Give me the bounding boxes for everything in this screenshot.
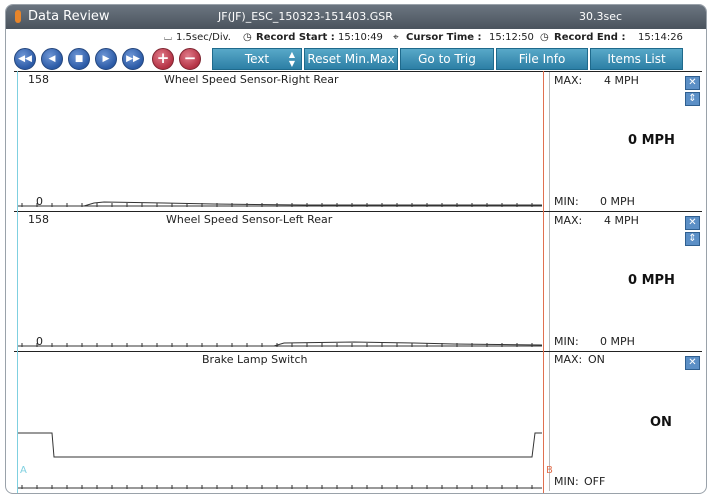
- duration: 30.3sec: [579, 10, 623, 23]
- y-min-label: 0: [36, 335, 43, 348]
- max-label: MAX:: [554, 353, 583, 366]
- signal-name: Brake Lamp Switch: [202, 353, 308, 366]
- close-icon[interactable]: ✕: [685, 356, 700, 370]
- app-icon: [15, 10, 21, 23]
- max-value: 4 MPH: [604, 214, 639, 227]
- spinner-icon: ▲ ▼: [288, 50, 295, 68]
- toolbar: ◀◀ ◀ ■ ▶ ▶▶ + − Text ▲ ▼ Reset Min.Max Go…: [6, 46, 706, 71]
- clock-icon: ◷: [243, 32, 252, 43]
- y-min-label: 0: [36, 195, 43, 208]
- stop-icon[interactable]: ■: [68, 48, 90, 70]
- min-label: MIN:: [554, 335, 579, 348]
- title-bar: Data Review JF(JF)_ESC_150323-151403.GSR…: [6, 5, 706, 29]
- file-name: JF(JF)_ESC_150323-151403.GSR: [218, 10, 393, 23]
- max-value: ON: [588, 353, 605, 366]
- min-value: 0 MPH: [600, 195, 635, 208]
- clock-icon: ◷: [540, 32, 549, 43]
- brake-switch-trace: [17, 432, 548, 489]
- signal-name: Wheel Speed Sensor-Left Rear: [166, 213, 333, 226]
- min-label: MIN:: [554, 475, 579, 488]
- y-max-label: 158: [28, 73, 49, 86]
- plus-icon[interactable]: +: [152, 48, 174, 70]
- data-review-window: Data Review JF(JF)_ESC_150323-151403.GSR…: [5, 4, 707, 494]
- max-label: MAX:: [554, 214, 583, 227]
- graph-pane: 158 Wheel Speed Sensor-Right Rear 0 MAX:…: [14, 71, 702, 211]
- max-label: MAX:: [554, 74, 583, 87]
- scale-icon: ⌴: [164, 32, 172, 43]
- app-title: Data Review: [28, 9, 110, 24]
- resize-icon[interactable]: ⇕: [685, 92, 700, 106]
- current-value: ON: [650, 415, 672, 430]
- cursor-time-label: Cursor Time :: [406, 32, 482, 43]
- plot-area[interactable]: Brake Lamp Switch: [14, 352, 548, 491]
- text-select-label: Text: [244, 52, 270, 66]
- cursor-b-label: B: [546, 465, 553, 476]
- minus-icon[interactable]: −: [179, 48, 201, 70]
- fast-forward-icon[interactable]: ▶▶: [122, 48, 144, 70]
- current-value: 0 MPH: [628, 273, 675, 288]
- time-scale: 1.5sec/Div.: [176, 32, 231, 43]
- cursor-time-value: 15:12:50: [489, 32, 534, 43]
- plot-area[interactable]: 158 Wheel Speed Sensor-Left Rear 0: [14, 212, 548, 351]
- record-start-label: Record Start :: [256, 32, 335, 43]
- reset-minmax-button[interactable]: Reset Min.Max: [304, 48, 398, 70]
- plot-area[interactable]: 158 Wheel Speed Sensor-Right Rear 0: [14, 72, 548, 211]
- current-value: 0 MPH: [628, 133, 675, 148]
- value-panel: MAX: ON ON MIN: OFF: [549, 352, 702, 491]
- cursor-b-line[interactable]: [543, 71, 544, 493]
- step-forward-icon[interactable]: ▶: [95, 48, 117, 70]
- close-icon[interactable]: ✕: [685, 216, 700, 230]
- resize-icon[interactable]: ⇕: [685, 232, 700, 246]
- text-select[interactable]: Text ▲ ▼: [212, 48, 302, 70]
- rewind-icon[interactable]: ◀◀: [14, 48, 36, 70]
- y-max-label: 158: [28, 213, 49, 226]
- max-value: 4 MPH: [604, 74, 639, 87]
- step-back-icon[interactable]: ◀: [41, 48, 63, 70]
- min-value: OFF: [584, 475, 606, 488]
- file-info-button[interactable]: File Info: [496, 48, 588, 70]
- crosshair-icon: ⌖: [393, 32, 399, 43]
- speed-trace: [17, 341, 548, 347]
- graph-pane: Brake Lamp Switch MAX: ON ON MIN: OFF ✕: [14, 351, 702, 491]
- record-end-value: 15:14:26: [638, 32, 683, 43]
- goto-trig-button[interactable]: Go to Trig: [400, 48, 494, 70]
- cursor-a-label: A: [20, 465, 27, 476]
- value-panel: MAX: 4 MPH 0 MPH MIN: 0 MPH: [549, 212, 702, 351]
- min-value: 0 MPH: [600, 335, 635, 348]
- value-panel: MAX: 4 MPH 0 MPH MIN: 0 MPH: [549, 72, 702, 211]
- cursor-a-line[interactable]: [17, 71, 18, 493]
- signal-name: Wheel Speed Sensor-Right Rear: [164, 73, 339, 86]
- close-icon[interactable]: ✕: [685, 76, 700, 90]
- speed-trace: [17, 201, 548, 207]
- record-start-value: 15:10:49: [338, 32, 383, 43]
- graph-pane: 158 Wheel Speed Sensor-Left Rear 0 MAX: …: [14, 211, 702, 351]
- min-label: MIN:: [554, 195, 579, 208]
- record-end-label: Record End :: [554, 32, 626, 43]
- items-list-button[interactable]: Items List: [590, 48, 683, 70]
